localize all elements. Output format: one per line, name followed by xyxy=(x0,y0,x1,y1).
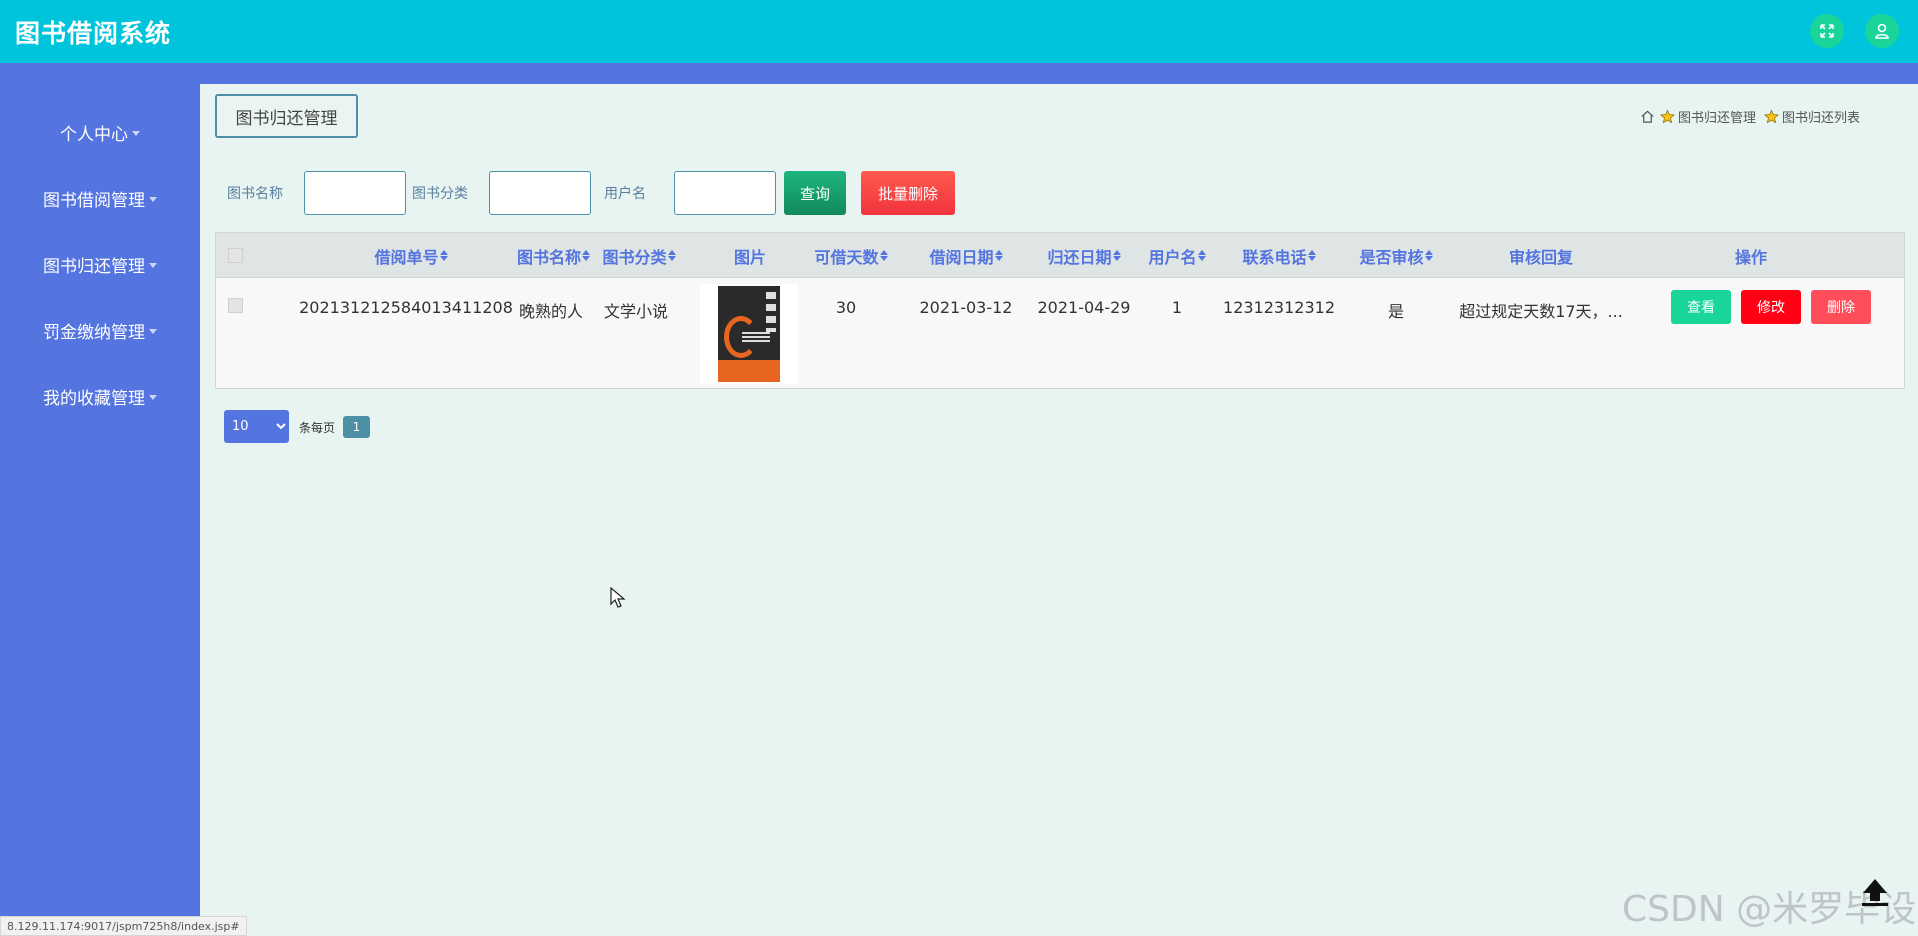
sidebar-item-return-management[interactable]: 图书归还管理 xyxy=(0,244,200,284)
column-header-username[interactable]: 用户名 xyxy=(1142,233,1212,278)
star-icon xyxy=(1764,108,1780,123)
sort-icon xyxy=(439,250,448,261)
sidebar-item-label: 图书归还管理 xyxy=(43,256,145,277)
caret-down-icon xyxy=(149,196,157,202)
book-cover-image[interactable] xyxy=(700,284,798,384)
main-content xyxy=(200,84,1918,936)
book-cover-art xyxy=(718,286,780,382)
cell-book-name: 晚熟的人 xyxy=(518,302,583,321)
sidebar-item-label: 罚金缴纳管理 xyxy=(43,322,145,343)
breadcrumb-item[interactable]: 图书归还管理 xyxy=(1678,107,1756,126)
category-input[interactable] xyxy=(489,171,591,215)
app-title: 图书借阅系统 xyxy=(15,19,172,48)
category-label: 图书分类 xyxy=(412,186,468,202)
row-checkbox[interactable] xyxy=(228,298,243,313)
data-table: 借阅单号 图书名称 图书分类 图片 可借天数 借阅日期 归还日期 用户名 联系电… xyxy=(215,232,1905,389)
sidebar: 个人中心 图书借阅管理 图书归还管理 罚金缴纳管理 我的收藏管理 xyxy=(0,84,200,936)
username-input[interactable] xyxy=(674,171,776,215)
per-page-label: 条每页 xyxy=(299,421,336,435)
column-header-image: 图片 xyxy=(733,247,766,267)
page-size-select[interactable]: 10 xyxy=(224,410,289,443)
mouse-cursor-icon xyxy=(610,587,626,608)
sort-icon xyxy=(1197,250,1206,261)
column-header-return-date[interactable]: 归还日期 xyxy=(1034,233,1134,278)
caret-down-icon xyxy=(149,394,157,400)
back-to-top-icon[interactable] xyxy=(1857,874,1893,910)
star-icon xyxy=(1660,108,1675,123)
caret-down-icon xyxy=(149,262,157,268)
cell-return-date: 2021-04-29 xyxy=(1037,298,1131,317)
sort-icon xyxy=(879,250,888,261)
breadcrumb: 图书归还管理 图书归还列表 xyxy=(1640,107,1863,126)
caret-down-icon xyxy=(132,130,140,136)
top-bar: 图书借阅系统 xyxy=(0,0,1918,63)
view-button[interactable]: 查看 xyxy=(1671,290,1731,324)
cell-category: 文学小说 xyxy=(603,302,668,321)
book-name-input[interactable] xyxy=(304,171,406,215)
fullscreen-button[interactable] xyxy=(1810,14,1844,48)
sidebar-item-label: 个人中心 xyxy=(60,124,128,145)
column-header-actions: 操作 xyxy=(1734,247,1767,267)
sidebar-item-borrow-management[interactable]: 图书借阅管理 xyxy=(0,178,200,218)
sort-icon xyxy=(994,250,1003,261)
home-icon[interactable] xyxy=(1640,109,1655,124)
column-header-book-name[interactable]: 图书名称 xyxy=(506,233,601,278)
page-title: 图书归还管理 xyxy=(215,94,358,138)
sort-icon xyxy=(1307,250,1316,261)
breadcrumb-item: 图书归还列表 xyxy=(1782,110,1861,126)
cell-reviewed: 是 xyxy=(1387,302,1404,321)
page-title-text: 图书归还管理 xyxy=(235,108,338,129)
select-all-checkbox[interactable] xyxy=(228,248,243,263)
sidebar-item-favorites-management[interactable]: 我的收藏管理 xyxy=(0,376,200,416)
column-header-order-no[interactable]: 借阅单号 xyxy=(306,233,516,278)
cell-borrow-date: 2021-03-12 xyxy=(919,298,1013,317)
column-header-category[interactable]: 图书分类 xyxy=(594,233,684,278)
caret-down-icon xyxy=(149,328,157,334)
batch-delete-button[interactable]: 批量删除 xyxy=(861,171,955,215)
sort-icon xyxy=(1112,250,1121,261)
sort-icon xyxy=(1424,250,1433,261)
user-icon xyxy=(1875,23,1889,39)
status-url: 8.129.11.174:9017/jspm725h8/index.jsp# xyxy=(0,916,247,936)
fullscreen-icon xyxy=(1820,24,1834,38)
column-header-borrow-date[interactable]: 借阅日期 xyxy=(916,233,1016,278)
username-label: 用户名 xyxy=(604,186,646,202)
sort-icon xyxy=(667,250,676,261)
sidebar-item-label: 我的收藏管理 xyxy=(43,388,145,409)
table-header: 借阅单号 图书名称 图书分类 图片 可借天数 借阅日期 归还日期 用户名 联系电… xyxy=(216,233,1904,278)
column-header-phone[interactable]: 联系电话 xyxy=(1224,233,1334,278)
sidebar-item-fine-management[interactable]: 罚金缴纳管理 xyxy=(0,310,200,350)
cell-phone: 12312312312 xyxy=(1223,298,1335,317)
query-button[interactable]: 查询 xyxy=(784,171,846,215)
column-header-days[interactable]: 可借天数 xyxy=(806,233,896,278)
cell-days: 30 xyxy=(835,298,857,317)
user-button[interactable] xyxy=(1865,14,1899,48)
sidebar-item-label: 图书借阅管理 xyxy=(43,190,145,211)
header-strip xyxy=(0,63,1918,84)
column-header-reviewed[interactable]: 是否审核 xyxy=(1346,233,1446,278)
edit-button[interactable]: 修改 xyxy=(1741,290,1801,324)
delete-button[interactable]: 删除 xyxy=(1811,290,1871,324)
column-header-reply: 审核回复 xyxy=(1508,247,1573,267)
page-number-button[interactable]: 1 xyxy=(343,416,370,438)
book-name-label: 图书名称 xyxy=(227,186,283,202)
cell-reply: 超过规定天数17天，... xyxy=(1459,302,1623,321)
sort-icon xyxy=(582,250,590,261)
sidebar-item-personal-center[interactable]: 个人中心 xyxy=(0,112,200,152)
cell-username: 1 xyxy=(1171,298,1183,317)
